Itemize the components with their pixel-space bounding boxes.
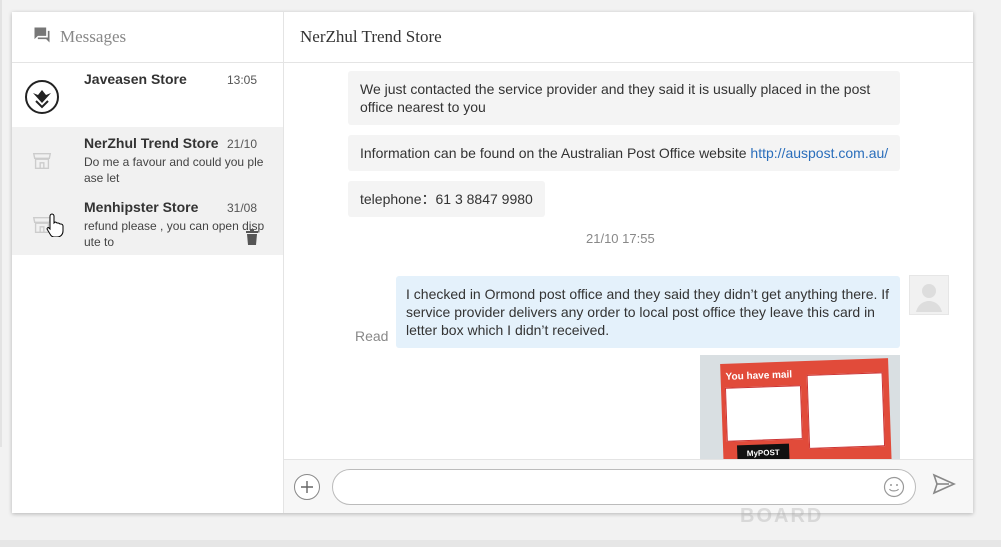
conversation-time: 13:05: [226, 73, 257, 87]
store-logo-avatar: [24, 79, 60, 115]
message-input[interactable]: [333, 469, 873, 504]
auspost-link[interactable]: http://auspost.com.au/: [750, 145, 888, 161]
message-list: We just contacted the service provider a…: [284, 63, 973, 459]
conversation-sidebar: Messages Javeasen Store 13:05 NerZhul Tr…: [12, 12, 284, 513]
conversation-item[interactable]: Javeasen Store 13:05: [12, 63, 283, 127]
attached-photo[interactable]: You have mail MyPOST: [700, 355, 900, 459]
my-message-bubble: I checked in Ormond post office and they…: [396, 276, 900, 348]
emoji-icon[interactable]: [883, 476, 905, 503]
conversation-item-active[interactable]: NerZhul Trend Store 21/10 Do me a favour…: [12, 127, 283, 191]
sidebar-header: Messages: [12, 12, 283, 63]
message-bubble: We just contacted the service provider a…: [348, 71, 900, 125]
messages-window: Messages Javeasen Store 13:05 NerZhul Tr…: [12, 12, 973, 513]
conversation-time: 31/08: [226, 201, 257, 215]
add-attachment-button[interactable]: [294, 473, 320, 500]
read-status: Read: [355, 328, 389, 344]
chat-title: NerZhul Trend Store: [300, 27, 442, 46]
photo-brand: MyPOST: [736, 443, 790, 459]
composer-bar: [284, 459, 973, 513]
conversation-name: Javeasen Store: [84, 71, 187, 87]
message-bubble: telephone：61 3 8847 9980: [348, 181, 545, 217]
message-timestamp: 21/10 17:55: [586, 231, 655, 246]
background-edge: [0, 0, 2, 447]
sidebar-title: Messages: [60, 27, 127, 46]
send-icon[interactable]: [932, 473, 956, 500]
watermark: BOARD: [740, 505, 824, 527]
conversation-time: 21/10: [226, 137, 257, 151]
conversation-item[interactable]: Menhipster Store 31/08 refund please , y…: [12, 191, 283, 255]
messages-icon: [32, 25, 52, 50]
trash-icon[interactable]: [245, 229, 259, 250]
photo-caption: You have mail: [725, 369, 793, 383]
store-icon: [24, 143, 60, 179]
hand-cursor-icon: [46, 213, 64, 242]
conversation-preview: Do me a favour and could you ple ase let: [84, 155, 264, 185]
chat-panel: NerZhul Trend Store We just contacted th…: [284, 12, 973, 513]
mail-card-image: You have mail MyPOST: [720, 358, 892, 459]
user-avatar: [909, 275, 949, 315]
bottom-strip: [0, 540, 1001, 547]
conversation-list: Javeasen Store 13:05 NerZhul Trend Store…: [12, 63, 283, 255]
message-input-wrapper: [332, 468, 916, 505]
message-text: Information can be found on the Australi…: [360, 145, 751, 161]
conversation-name: Menhipster Store: [84, 199, 199, 215]
conversation-preview: refund please , you can open disp ute to: [84, 219, 265, 249]
message-bubble: Information can be found on the Australi…: [348, 135, 901, 171]
chat-header: NerZhul Trend Store: [284, 12, 973, 63]
conversation-name: NerZhul Trend Store: [84, 135, 219, 151]
